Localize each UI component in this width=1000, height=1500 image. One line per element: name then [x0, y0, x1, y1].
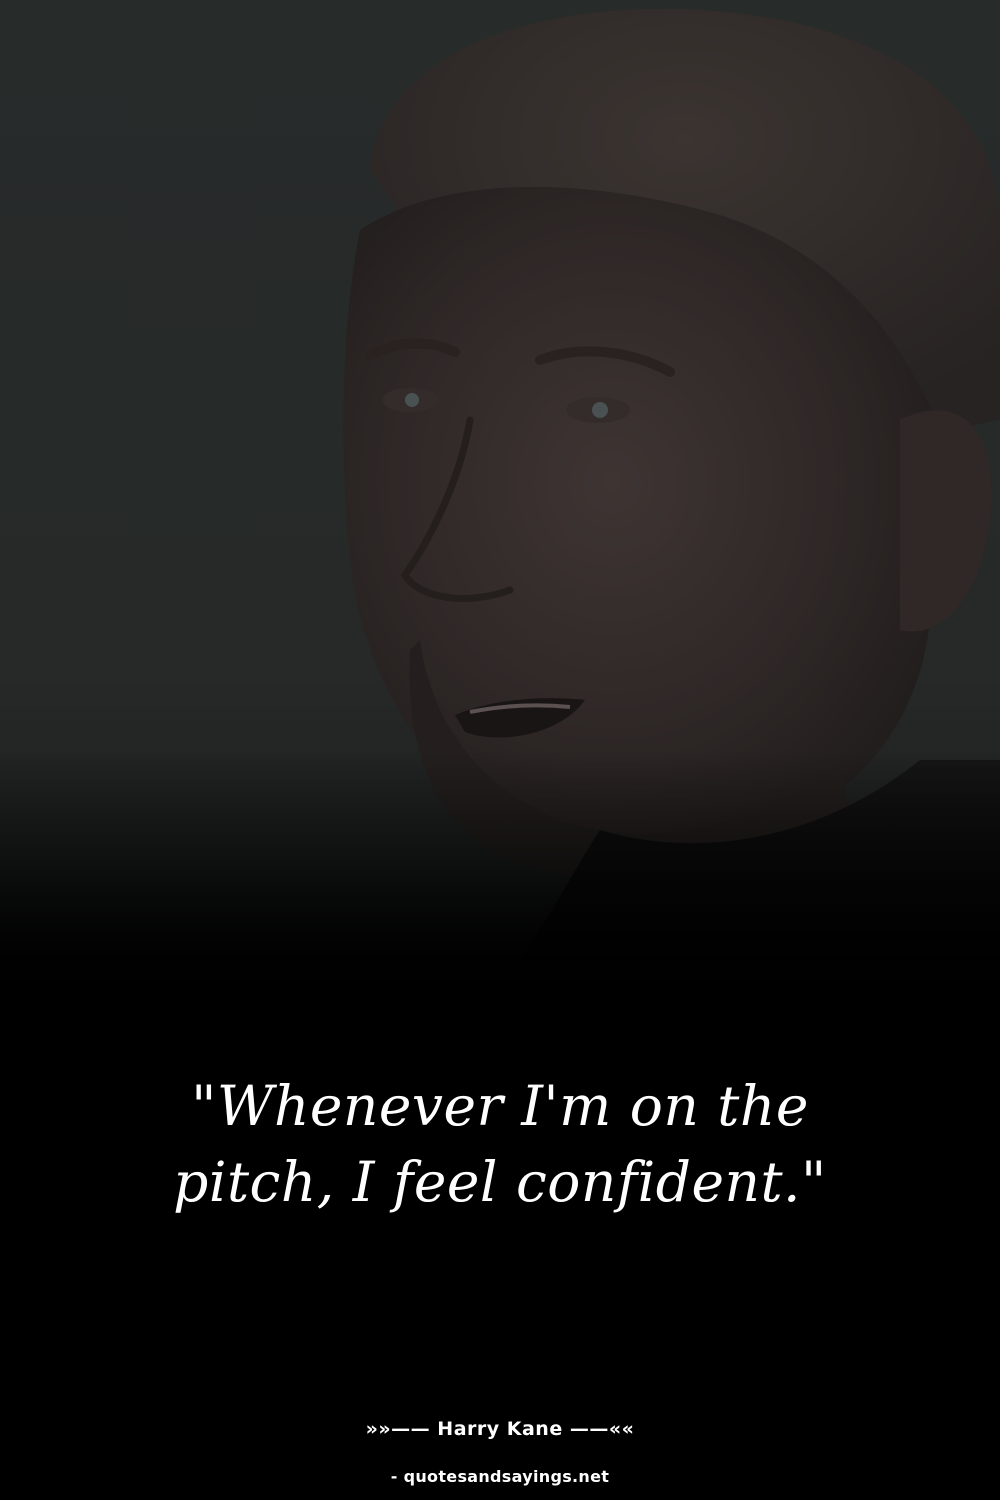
- source-watermark: - quotesandsayings.net: [390, 1467, 610, 1486]
- author-line: »»—— Harry Kane ——««: [365, 1418, 635, 1440]
- quote-text: "Whenever I'm on the pitch, I feel confi…: [173, 1074, 827, 1214]
- bottom-dark-overlay: [0, 0, 1000, 1500]
